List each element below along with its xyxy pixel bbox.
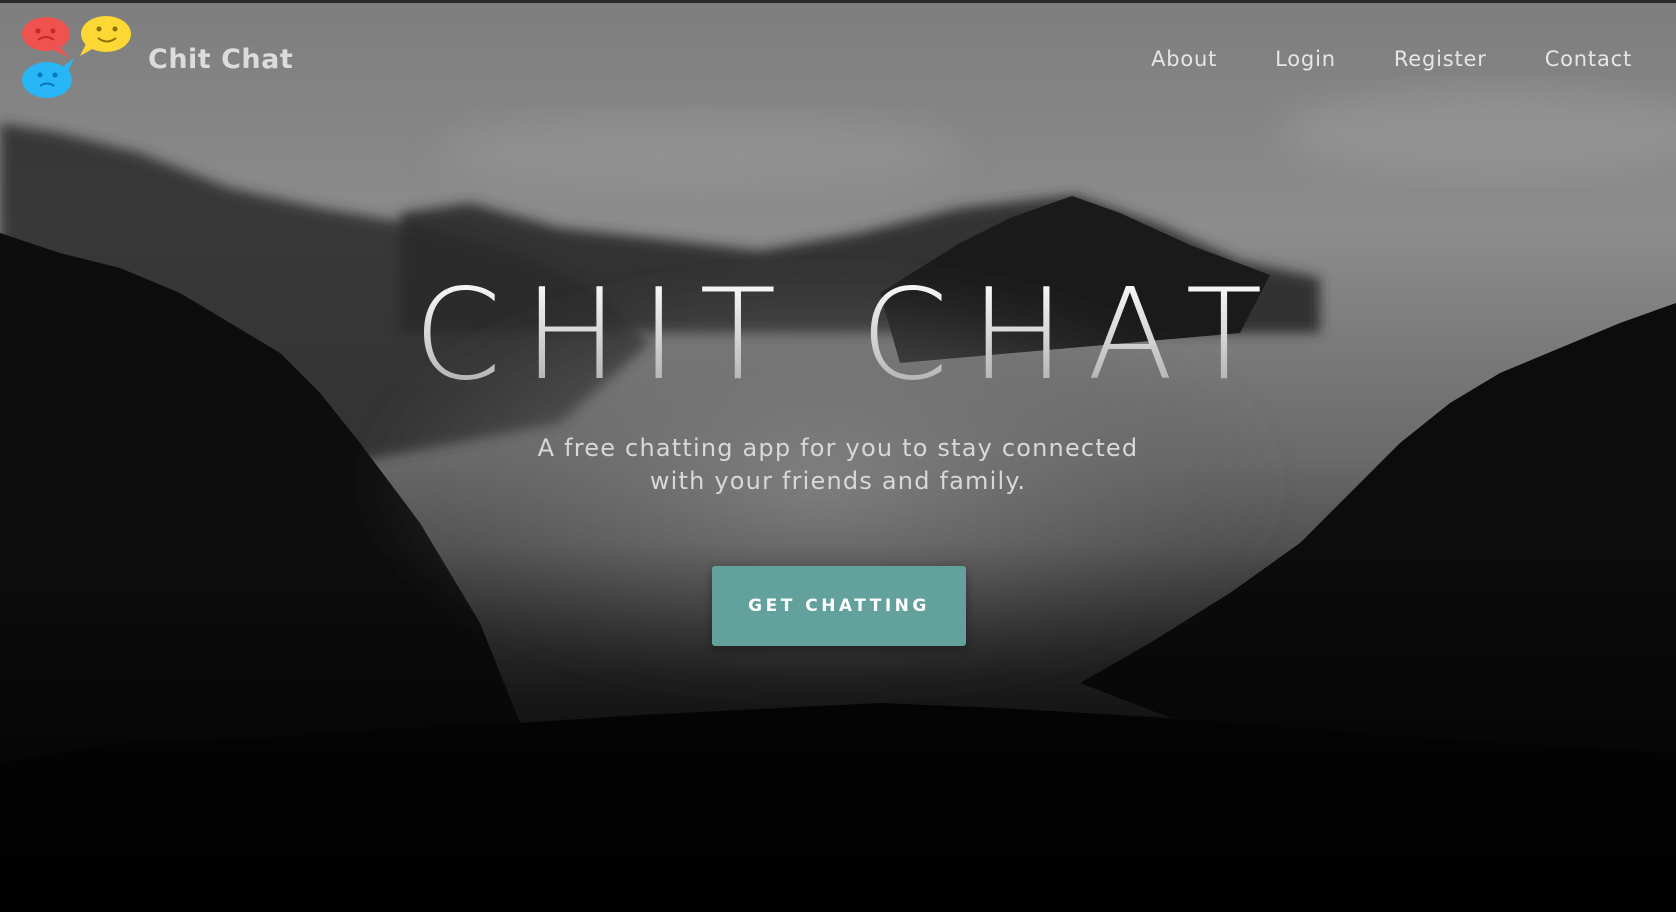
chat-bubbles-logo-icon[interactable] (20, 14, 144, 106)
brand-name[interactable]: Chit Chat (148, 44, 293, 75)
top-navigation: About Login Register Contact (1151, 47, 1632, 71)
hero-subtitle-line-2: with your friends and family. (649, 467, 1027, 495)
top-border (0, 0, 1676, 3)
nav-link-login[interactable]: Login (1275, 47, 1336, 71)
nav-link-contact[interactable]: Contact (1545, 47, 1632, 71)
nav-link-register[interactable]: Register (1394, 47, 1487, 71)
nav-link-about[interactable]: About (1151, 47, 1217, 71)
red-chat-bubble-icon (22, 17, 70, 58)
yellow-chat-bubble-icon (80, 16, 131, 56)
hero-subtitle: A free chatting app for you to stay conn… (438, 432, 1238, 498)
get-chatting-button[interactable]: GET CHATTING (712, 566, 966, 646)
hero-subtitle-line-1: A free chatting app for you to stay conn… (537, 434, 1139, 462)
hero-title: CHIT CHAT (0, 272, 1676, 398)
blue-chat-bubble-icon (22, 58, 74, 98)
landing-page: Chit Chat About Login Register Contact C… (0, 0, 1676, 912)
